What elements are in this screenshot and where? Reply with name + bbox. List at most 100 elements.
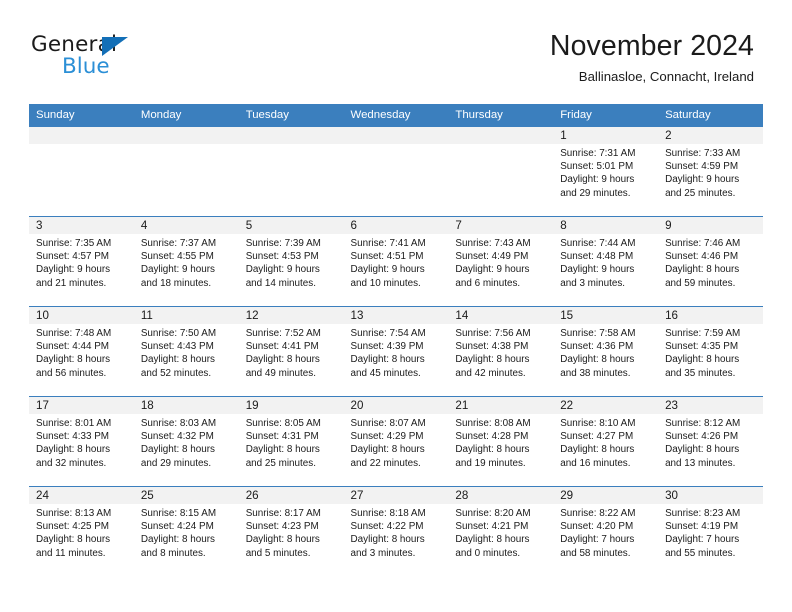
calendar-day-cell[interactable]: 1 Sunrise: 7:31 AM Sunset: 5:01 PM Daylight… [553, 126, 659, 217]
cell-inner: 29 Sunrise: 8:22 AM Sunset: 4:20 PM Dayligh… [553, 487, 659, 576]
daylight-duration-line2: and 5 minutes. [245, 547, 311, 559]
sun-times: Sunrise: 8:15 AM Sunset: 4:24 PM Daylight:… [134, 504, 239, 560]
daylight-duration-line2: and 18 minutes. [140, 277, 212, 289]
day-number: 23 [658, 397, 763, 414]
day-number: 22 [553, 397, 659, 414]
calendar-day-cell[interactable]: 8 Sunrise: 7:44 AM Sunset: 4:48 PM Daylight… [553, 216, 659, 307]
daylight-duration-line1: Daylight: 8 hours [455, 444, 530, 456]
sunset-time: Sunset: 4:53 PM [245, 251, 319, 263]
cell-inner: 11 Sunrise: 7:50 AM Sunset: 4:43 PM Dayligh… [133, 307, 239, 396]
sun-times: Sunrise: 8:01 AM Sunset: 4:33 PM Daylight:… [29, 414, 134, 470]
cell-inner: 18 Sunrise: 8:03 AM Sunset: 4:32 PM Dayligh… [133, 397, 239, 486]
calendar-day-cell[interactable]: 9 Sunrise: 7:46 AM Sunset: 4:46 PM Daylight… [658, 216, 763, 307]
daylight-duration-line1: Daylight: 8 hours [665, 264, 740, 276]
daylight-duration-line2: and 38 minutes. [560, 367, 631, 379]
calendar-day-cell[interactable]: 6 Sunrise: 7:41 AM Sunset: 4:51 PM Daylight… [343, 216, 449, 307]
weekday-header-tuesday: Tuesday [238, 104, 344, 127]
daylight-duration-line1: Daylight: 8 hours [350, 444, 425, 456]
day-number: 19 [238, 397, 344, 414]
day-number: 1 [553, 127, 659, 144]
day-number: 27 [343, 487, 449, 504]
sunrise-time: Sunrise: 8:08 AM [455, 418, 531, 429]
daylight-duration-line1: Daylight: 8 hours [36, 354, 111, 366]
calendar-day-cell[interactable]: 23 Sunrise: 8:12 AM Sunset: 4:26 PM Dayligh… [658, 396, 763, 487]
calendar-day-cell[interactable]: 17 Sunrise: 8:01 AM Sunset: 4:33 PM Dayligh… [29, 396, 134, 487]
calendar-cell-empty [343, 126, 449, 217]
calendar-day-cell[interactable]: 16 Sunrise: 7:59 AM Sunset: 4:35 PM Dayligh… [658, 306, 763, 397]
daylight-duration-line2: and 6 minutes. [455, 277, 521, 289]
calendar-day-cell[interactable]: 7 Sunrise: 7:43 AM Sunset: 4:49 PM Daylight… [448, 216, 554, 307]
cell-inner: 16 Sunrise: 7:59 AM Sunset: 4:35 PM Dayligh… [658, 307, 763, 396]
day-number: 15 [553, 307, 659, 324]
calendar-day-cell[interactable]: 22 Sunrise: 8:10 AM Sunset: 4:27 PM Dayligh… [553, 396, 659, 487]
cell-inner: 23 Sunrise: 8:12 AM Sunset: 4:26 PM Dayligh… [658, 397, 763, 486]
brand-logo[interactable]: General Blue [31, 34, 201, 88]
cell-inner: 12 Sunrise: 7:52 AM Sunset: 4:41 PM Dayligh… [238, 307, 344, 396]
calendar-day-cell[interactable]: 3 Sunrise: 7:35 AM Sunset: 4:57 PM Daylight… [29, 216, 134, 307]
cell-inner: 1 Sunrise: 7:31 AM Sunset: 5:01 PM Daylight… [553, 127, 659, 216]
daylight-duration-line1: Daylight: 8 hours [665, 444, 740, 456]
calendar-day-cell[interactable]: 2 Sunrise: 7:33 AM Sunset: 4:59 PM Daylight… [658, 126, 763, 217]
daylight-duration-line2: and 25 minutes. [245, 457, 316, 469]
calendar-day-cell[interactable]: 14 Sunrise: 7:56 AM Sunset: 4:38 PM Dayligh… [448, 306, 554, 397]
calendar-day-cell[interactable]: 27 Sunrise: 8:18 AM Sunset: 4:22 PM Dayligh… [343, 486, 449, 577]
calendar-day-cell[interactable]: 21 Sunrise: 8:08 AM Sunset: 4:28 PM Dayligh… [448, 396, 554, 487]
calendar-day-cell[interactable]: 19 Sunrise: 8:05 AM Sunset: 4:31 PM Dayligh… [238, 396, 344, 487]
cell-inner [238, 127, 344, 216]
calendar-day-cell[interactable]: 5 Sunrise: 7:39 AM Sunset: 4:53 PM Daylight… [238, 216, 344, 307]
sunset-time: Sunset: 4:19 PM [665, 521, 739, 533]
sunset-time: Sunset: 5:01 PM [560, 161, 634, 173]
cell-inner: 14 Sunrise: 7:56 AM Sunset: 4:38 PM Dayligh… [448, 307, 554, 396]
sunrise-time: Sunrise: 7:31 AM [560, 148, 636, 159]
calendar-day-cell[interactable]: 25 Sunrise: 8:15 AM Sunset: 4:24 PM Dayligh… [133, 486, 239, 577]
calendar-day-cell[interactable]: 26 Sunrise: 8:17 AM Sunset: 4:23 PM Dayligh… [238, 486, 344, 577]
sun-times: Sunrise: 7:35 AM Sunset: 4:57 PM Daylight:… [29, 234, 134, 290]
day-number: 12 [238, 307, 344, 324]
daylight-duration-line2: and 58 minutes. [560, 547, 631, 559]
calendar-day-cell[interactable]: 10 Sunrise: 7:48 AM Sunset: 4:44 PM Dayligh… [29, 306, 134, 397]
page-title: November 2024 [549, 30, 754, 62]
daylight-duration-line1: Daylight: 8 hours [140, 354, 215, 366]
calendar-day-cell[interactable]: 24 Sunrise: 8:13 AM Sunset: 4:25 PM Dayligh… [29, 486, 134, 577]
cell-inner: 20 Sunrise: 8:07 AM Sunset: 4:29 PM Dayligh… [343, 397, 449, 486]
calendar-day-cell[interactable]: 30 Sunrise: 8:23 AM Sunset: 4:19 PM Dayligh… [658, 486, 763, 577]
sunrise-time: Sunrise: 7:46 AM [665, 238, 741, 249]
daylight-duration-line1: Daylight: 8 hours [560, 354, 635, 366]
day-number: 28 [448, 487, 554, 504]
calendar-body: 1 Sunrise: 7:31 AM Sunset: 5:01 PM Daylight… [29, 126, 763, 577]
daylight-duration-line1: Daylight: 8 hours [350, 354, 425, 366]
day-number: 21 [448, 397, 554, 414]
sunset-time: Sunset: 4:48 PM [560, 251, 634, 263]
day-number: 18 [133, 397, 239, 414]
sunset-time: Sunset: 4:23 PM [245, 521, 319, 533]
title-block: November 2024 Ballinasloe, Connacht, Ire… [550, 30, 754, 84]
calendar-day-cell[interactable]: 12 Sunrise: 7:52 AM Sunset: 4:41 PM Dayligh… [238, 306, 344, 397]
cell-inner: 13 Sunrise: 7:54 AM Sunset: 4:39 PM Dayligh… [343, 307, 449, 396]
day-number: 10 [29, 307, 134, 324]
daylight-duration-line1: Daylight: 9 hours [560, 174, 635, 186]
day-number: 29 [553, 487, 659, 504]
calendar-day-cell[interactable]: 28 Sunrise: 8:20 AM Sunset: 4:21 PM Dayligh… [448, 486, 554, 577]
calendar-day-cell[interactable]: 29 Sunrise: 8:22 AM Sunset: 4:20 PM Dayligh… [553, 486, 659, 577]
calendar-day-cell[interactable]: 20 Sunrise: 8:07 AM Sunset: 4:29 PM Dayligh… [343, 396, 449, 487]
calendar-day-cell[interactable]: 11 Sunrise: 7:50 AM Sunset: 4:43 PM Dayligh… [133, 306, 239, 397]
day-number: 24 [29, 487, 134, 504]
day-number: 8 [553, 217, 659, 234]
weekday-header-wednesday: Wednesday [343, 104, 449, 127]
calendar-day-cell[interactable]: 13 Sunrise: 7:54 AM Sunset: 4:39 PM Dayligh… [343, 306, 449, 397]
calendar-day-cell[interactable]: 15 Sunrise: 7:58 AM Sunset: 4:36 PM Dayligh… [553, 306, 659, 397]
calendar-day-cell[interactable]: 4 Sunrise: 7:37 AM Sunset: 4:55 PM Daylight… [133, 216, 239, 307]
sunset-time: Sunset: 4:55 PM [140, 251, 214, 263]
calendar-day-cell[interactable]: 18 Sunrise: 8:03 AM Sunset: 4:32 PM Dayligh… [133, 396, 239, 487]
sunrise-time: Sunrise: 8:03 AM [140, 418, 217, 429]
sunset-time: Sunset: 4:22 PM [350, 521, 424, 533]
brand-name-blue: Blue [62, 54, 110, 79]
sun-times: Sunrise: 7:41 AM Sunset: 4:51 PM Daylight:… [344, 234, 449, 290]
sunrise-time: Sunrise: 8:22 AM [560, 508, 636, 519]
cell-inner: 28 Sunrise: 8:20 AM Sunset: 4:21 PM Dayligh… [448, 487, 554, 576]
sunrise-time: Sunrise: 8:20 AM [455, 508, 531, 519]
sun-times: Sunrise: 8:03 AM Sunset: 4:32 PM Daylight:… [134, 414, 239, 470]
daylight-duration-line1: Daylight: 9 hours [36, 264, 111, 276]
daylight-duration-line2: and 10 minutes. [350, 277, 421, 289]
sunrise-time: Sunrise: 8:05 AM [245, 418, 321, 429]
